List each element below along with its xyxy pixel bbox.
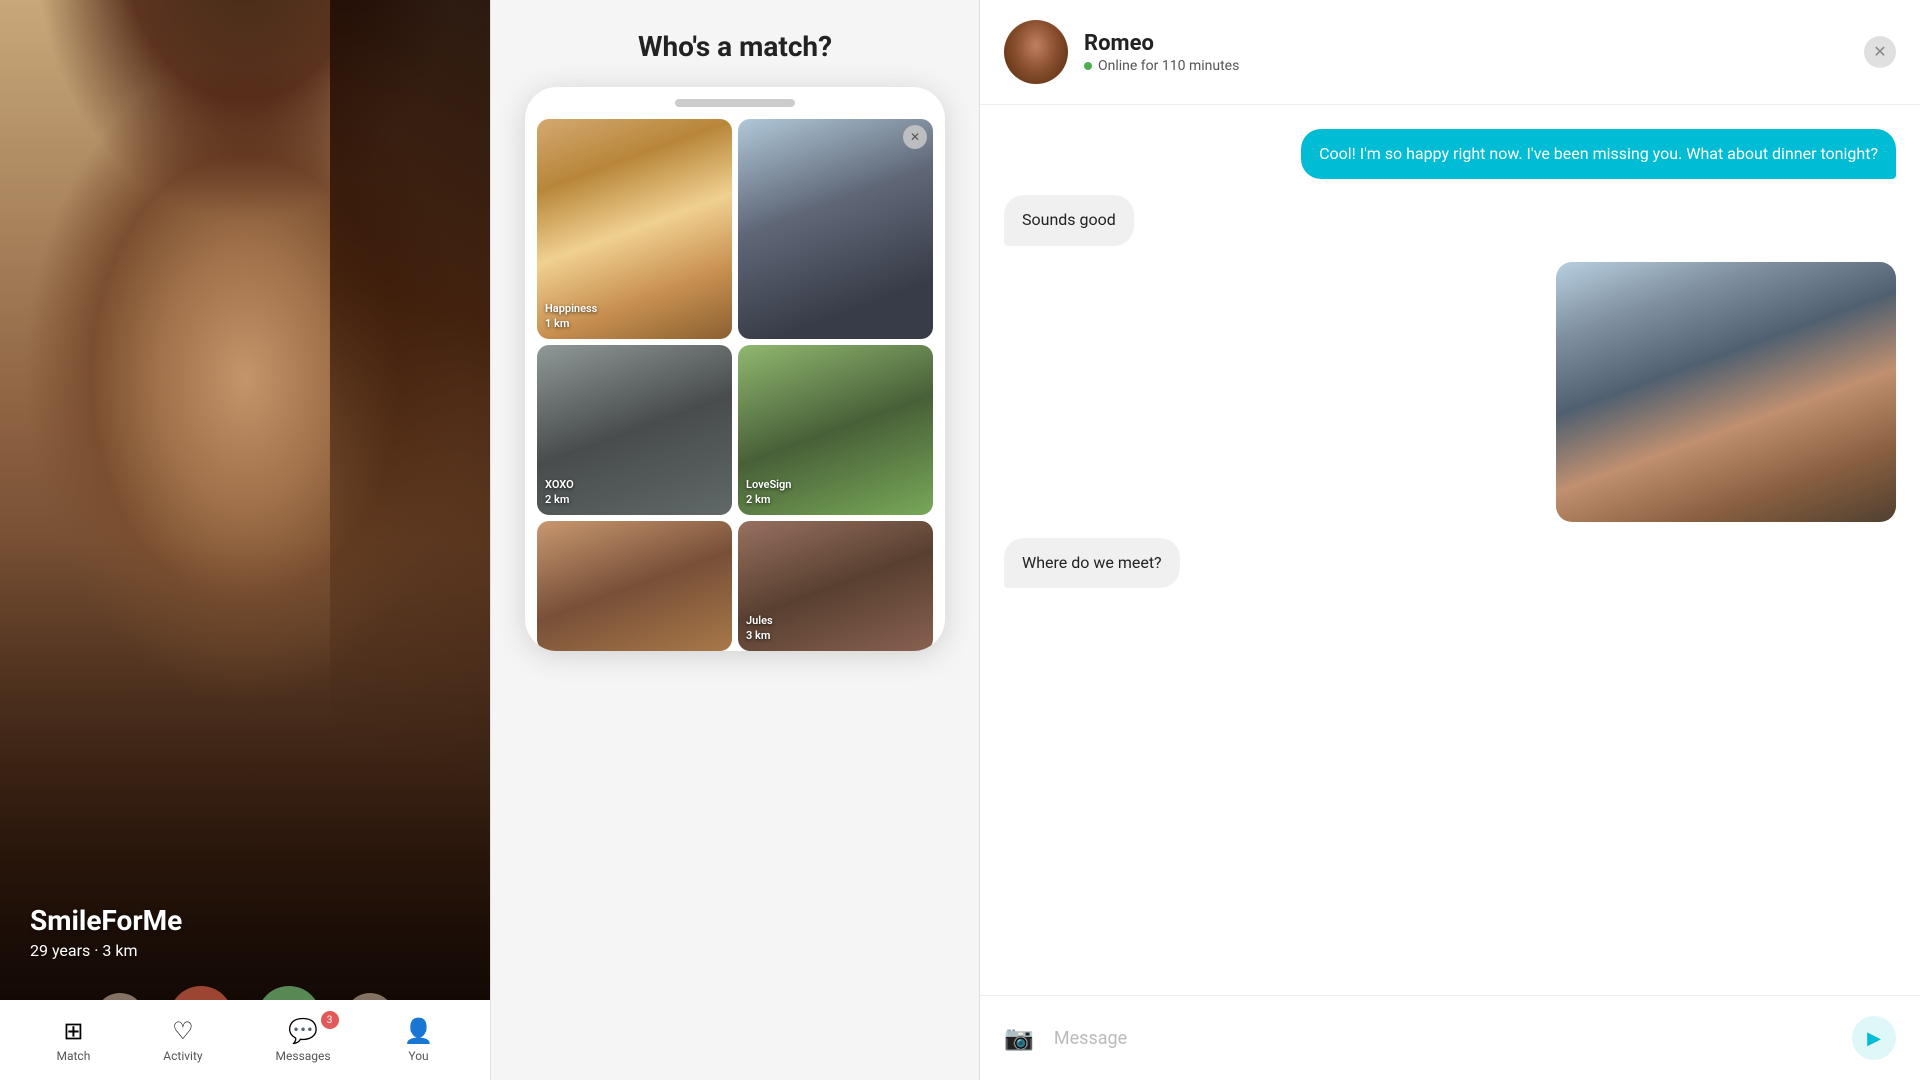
match-icon: ⊞ xyxy=(63,1017,83,1045)
activity-icon: ♡ xyxy=(172,1017,194,1045)
chat-footer: 📷 Message ▶ xyxy=(980,995,1920,1080)
message-received-2: Where do we meet? xyxy=(1004,538,1180,588)
messages-icon: 💬 xyxy=(288,1017,318,1045)
nav-match-label: Match xyxy=(56,1049,90,1063)
nav-messages[interactable]: 💬 3 Messages xyxy=(276,1017,331,1063)
online-status-dot xyxy=(1084,62,1092,70)
chat-username: Romeo xyxy=(1084,31,1848,56)
nav-you-label: You xyxy=(408,1049,428,1063)
profile-icon: 👤 xyxy=(404,1017,434,1045)
profile-panel: SmileForMe 29 years · 3 km ↩ ✕ ✓ 🚀 ⊞ Mat… xyxy=(0,0,490,1080)
nav-match[interactable]: ⊞ Match xyxy=(56,1017,90,1063)
chat-close-button[interactable]: ✕ xyxy=(1864,36,1896,68)
match-title: Who's a match? xyxy=(638,30,832,63)
chat-header: Romeo Online for 110 minutes ✕ xyxy=(980,0,1920,105)
card-label-jules: Jules 3 km xyxy=(746,614,773,643)
match-card-happiness[interactable]: Happiness 1 km xyxy=(537,119,732,339)
send-button[interactable]: ▶ xyxy=(1852,1016,1896,1060)
match-grid: Happiness 1 km ✕ XOXO 2 km xyxy=(537,119,933,651)
profile-photo: SmileForMe 29 years · 3 km xyxy=(0,0,490,1080)
bottom-nav: ⊞ Match ♡ Activity 💬 3 Messages 👤 You xyxy=(0,1000,490,1080)
chat-panel: Romeo Online for 110 minutes ✕ Cool! I'm… xyxy=(980,0,1920,1080)
profile-info: SmileForMe 29 years · 3 km xyxy=(30,904,182,960)
match-card-lovesign[interactable]: LoveSign 2 km xyxy=(738,345,933,515)
message-placeholder[interactable]: Message xyxy=(1050,1028,1836,1049)
chat-messages: Cool! I'm so happy right now. I've been … xyxy=(980,105,1920,995)
nav-you[interactable]: 👤 You xyxy=(404,1017,434,1063)
match-card-jules[interactable]: Jules 3 km xyxy=(738,521,933,651)
nav-messages-label: Messages xyxy=(276,1049,331,1063)
message-received-1: Sounds good xyxy=(1004,195,1134,245)
profile-name: SmileForMe xyxy=(30,904,182,937)
phone-notch xyxy=(675,99,795,107)
status-text: Online for 110 minutes xyxy=(1098,58,1239,74)
messages-badge: 3 xyxy=(321,1011,339,1029)
card-label-lovesign: LoveSign 2 km xyxy=(746,478,791,507)
match-panel: Who's a match? Happiness 1 km ✕ XOXO xyxy=(490,0,980,1080)
profile-meta: 29 years · 3 km xyxy=(30,941,182,960)
message-sent-1: Cool! I'm so happy right now. I've been … xyxy=(1301,129,1896,179)
match-card-2[interactable]: ✕ xyxy=(738,119,933,339)
card-label-happiness: Happiness 1 km xyxy=(545,302,597,331)
nav-activity[interactable]: ♡ Activity xyxy=(163,1017,202,1063)
camera-icon[interactable]: 📷 xyxy=(1004,1024,1034,1052)
chat-avatar xyxy=(1004,20,1068,84)
send-icon: ▶ xyxy=(1867,1028,1881,1049)
card-label-xoxo: XOXO 2 km xyxy=(545,478,574,507)
match-card-xoxo[interactable]: XOXO 2 km xyxy=(537,345,732,515)
match-card-5[interactable] xyxy=(537,521,732,651)
close-card-button[interactable]: ✕ xyxy=(903,125,927,149)
nav-activity-label: Activity xyxy=(163,1049,202,1063)
message-image xyxy=(1556,262,1896,522)
phone-frame: Happiness 1 km ✕ XOXO 2 km xyxy=(525,87,945,651)
chat-user-info: Romeo Online for 110 minutes xyxy=(1084,31,1848,74)
chat-status: Online for 110 minutes xyxy=(1084,58,1848,74)
